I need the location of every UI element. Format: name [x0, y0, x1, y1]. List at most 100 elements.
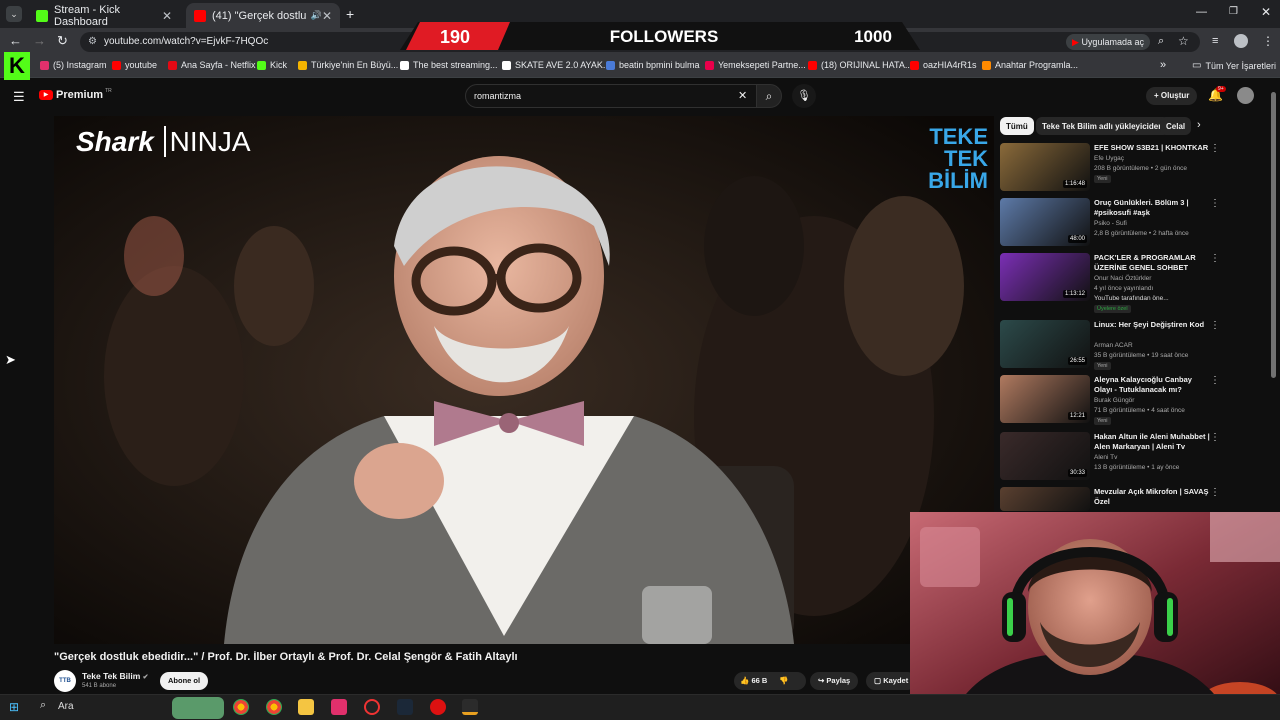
bookmark-item[interactable]: Anahtar Programla...	[982, 60, 1078, 70]
chrome-profile-icon[interactable]	[266, 699, 282, 715]
more-actions-icon[interactable]: ⋮	[1210, 432, 1220, 443]
more-actions-icon[interactable]: ⋮	[1210, 253, 1220, 264]
reload-icon[interactable]: ↻	[57, 33, 68, 49]
forward-arrow-icon[interactable]: →	[33, 33, 46, 48]
more-actions-icon[interactable]: ⋮	[1210, 143, 1220, 154]
voice-search-icon[interactable]: 🎙	[792, 84, 816, 108]
chip-related[interactable]: Celal	[1160, 117, 1192, 135]
video-player[interactable]: Shark NINJA TEKE TEK BİLİM	[54, 116, 994, 644]
like-icon[interactable]: 👍	[740, 676, 749, 685]
chrome-icon[interactable]	[233, 699, 249, 715]
recommendation-thumbnail[interactable]: 48:00	[1000, 198, 1090, 246]
recommendation-channel[interactable]: Burak Güngör	[1094, 397, 1134, 404]
bookmark-item[interactable]: Kick	[257, 60, 287, 70]
recommendation-thumbnail[interactable]: 1:16:48	[1000, 143, 1090, 191]
bookmark-item[interactable]: (18) ORIJINAL HATA...	[808, 60, 912, 70]
browser-menu-icon[interactable]: ⋮	[1262, 34, 1274, 48]
tab-search-icon[interactable]: ⌄	[6, 6, 22, 22]
channel-name[interactable]: Teke Tek Bilim ✔	[82, 671, 149, 681]
recommendation-item[interactable]: 12:21 Aleyna Kalaycıoğlu Canbay Olayı - T…	[1000, 375, 1220, 427]
recommendation-channel[interactable]: Efe Uygaç	[1094, 155, 1124, 162]
url-text[interactable]: youtube.com/watch?v=EjvkF-7HQOc	[104, 36, 268, 47]
bookmark-item[interactable]: youtube	[112, 60, 157, 70]
back-arrow-icon[interactable]: ←	[9, 33, 22, 48]
recommendation-title[interactable]: Mevzular Açık Mikrofon | SAVAŞ Özel	[1094, 487, 1212, 507]
youtube-premium-logo[interactable]: ▶ Premium TR	[39, 88, 112, 101]
bookmark-star-icon[interactable]: ☆	[1178, 34, 1189, 48]
recommendation-title[interactable]: Hakan Altun ile Aleni Muhabbet | Alen Ma…	[1094, 432, 1212, 452]
clear-search-icon[interactable]: ✕	[738, 89, 747, 102]
share-button[interactable]: ↪ Paylaş	[810, 672, 859, 690]
guide-menu-icon[interactable]: ☰	[13, 89, 25, 105]
tab-kick-dashboard[interactable]: Stream - Kick Dashboard ✕	[28, 3, 180, 28]
youtube-account-avatar[interactable]	[1237, 87, 1254, 104]
recommendation-thumbnail[interactable]: 30:33	[1000, 432, 1090, 480]
bookmark-item[interactable]: SKATE AVE 2.0 AYAK...	[502, 60, 610, 70]
search-input[interactable]: romantizma	[474, 91, 521, 101]
app-icon[interactable]	[462, 699, 478, 715]
all-bookmarks-folder[interactable]: ▭ Tüm Yer İşaretleri	[1192, 60, 1276, 71]
more-actions-icon[interactable]: ⋮	[1210, 375, 1220, 386]
more-actions-icon[interactable]: ⋮	[1210, 320, 1220, 331]
windows-start-icon[interactable]: ⊞	[9, 700, 19, 714]
taskbar-search[interactable]: ⌕ Ara	[32, 697, 164, 717]
open-in-app-button[interactable]: ▶ Uygulamada aç	[1066, 34, 1150, 50]
recommendation-title[interactable]: EFE SHOW S3B21 | KHONTKAR	[1094, 143, 1212, 153]
more-bookmarks-icon[interactable]: »	[1160, 59, 1166, 71]
zoom-search-icon[interactable]: ⌕	[1158, 35, 1164, 48]
recommendation-thumbnail[interactable]: 12:21	[1000, 375, 1090, 423]
channel-avatar[interactable]: TTB	[54, 670, 76, 692]
dislike-icon[interactable]: 👎	[779, 676, 788, 685]
recommendation-item[interactable]: 1:16:48 EFE SHOW S3B21 | KHONTKAR Efe Uyga…	[1000, 143, 1220, 195]
recommendation-item[interactable]: 26:55 Linux: Her Şeyi Değiştiren Kod Arman…	[1000, 320, 1220, 372]
page-scrollbar[interactable]	[1271, 92, 1276, 378]
recommendation-title[interactable]: PACK'LER & PROGRAMLAR ÜZERİNE GENEL SOHB…	[1094, 253, 1212, 273]
site-info-icon[interactable]: ⚙	[88, 36, 97, 47]
obs-icon[interactable]	[364, 699, 380, 715]
tab-youtube-video[interactable]: (41) "Gerçek dostluk ebedi... 🔊 ✕	[186, 3, 340, 28]
recommendation-thumbnail[interactable]: 1:13:12	[1000, 253, 1090, 301]
recommendation-channel[interactable]: Onur Naci Öztürkler	[1094, 275, 1151, 282]
profile-avatar[interactable]	[1234, 34, 1248, 48]
close-tab-icon[interactable]: ✕	[162, 9, 172, 23]
subscribe-button[interactable]: Abone ol	[160, 672, 209, 690]
chips-next-icon[interactable]: ›	[1197, 119, 1201, 131]
audio-playing-icon[interactable]: 🔊	[311, 10, 322, 21]
recommendation-item[interactable]: 30:33 Hakan Altun ile Aleni Muhabbet | Al…	[1000, 432, 1220, 484]
media-controls-icon[interactable]: ≡	[1212, 35, 1218, 47]
bookmark-item[interactable]: Ana Sayfa - Netflix	[168, 60, 256, 70]
recommendation-channel[interactable]: Aleni Tv	[1094, 454, 1117, 461]
minimize-icon[interactable]: —	[1196, 6, 1207, 18]
recommendation-item[interactable]: Mevzular Açık Mikrofon | SAVAŞ Özel ⋮	[1000, 487, 1220, 511]
bookmark-item[interactable]: (5) Instagram	[40, 60, 107, 70]
recommendation-thumbnail[interactable]	[1000, 487, 1090, 511]
new-tab-button[interactable]: +	[346, 6, 354, 22]
search-button[interactable]: ⌕	[756, 84, 782, 108]
file-explorer-icon[interactable]	[298, 699, 314, 715]
recommendation-channel[interactable]: Arman ACAR	[1094, 342, 1133, 349]
close-tab-icon[interactable]: ✕	[322, 9, 332, 23]
chip-uploader[interactable]: Teke Tek Bilim adlı yükleyiciden	[1036, 117, 1170, 135]
recommendation-thumbnail[interactable]: 26:55	[1000, 320, 1090, 368]
bookmark-item[interactable]: Türkiye'nin En Büyü...	[298, 60, 398, 70]
recording-app-icon[interactable]	[430, 699, 446, 715]
recommendation-item[interactable]: 1:13:12 PACK'LER & PROGRAMLAR ÜZERİNE GEN…	[1000, 253, 1220, 313]
search-box[interactable]: romantizma ✕	[465, 84, 757, 108]
bookmark-item[interactable]: beatin bpmini bulma	[606, 60, 700, 70]
more-actions-icon[interactable]: ⋮	[1210, 487, 1220, 498]
bookmark-item[interactable]: The best streaming...	[400, 60, 498, 70]
close-window-icon[interactable]: ✕	[1261, 5, 1271, 19]
create-button[interactable]: + Oluştur	[1146, 87, 1198, 105]
save-button[interactable]: ▢ Kaydet	[866, 672, 917, 690]
recommendation-title[interactable]: Linux: Her Şeyi Değiştiren Kod	[1094, 320, 1212, 330]
recommendation-item[interactable]: 48:00 Oruç Günlükleri. Bölüm 3 | #psikosu…	[1000, 198, 1220, 250]
recommendation-title[interactable]: Aleyna Kalaycıoğlu Canbay Olayı - Tutukl…	[1094, 375, 1212, 395]
weather-widget[interactable]	[172, 697, 224, 719]
recommendation-title[interactable]: Oruç Günlükleri. Bölüm 3 | #psikosufi #a…	[1094, 198, 1212, 218]
bookmark-item[interactable]: Yemeksepeti Partne...	[705, 60, 806, 70]
recommendation-channel[interactable]: Psiko - Sufi	[1094, 220, 1127, 227]
like-count[interactable]: 66 B	[751, 676, 767, 685]
more-actions-icon[interactable]: ⋮	[1210, 198, 1220, 209]
chip-all[interactable]: Tümü	[1000, 117, 1034, 135]
instagram-icon[interactable]	[331, 699, 347, 715]
